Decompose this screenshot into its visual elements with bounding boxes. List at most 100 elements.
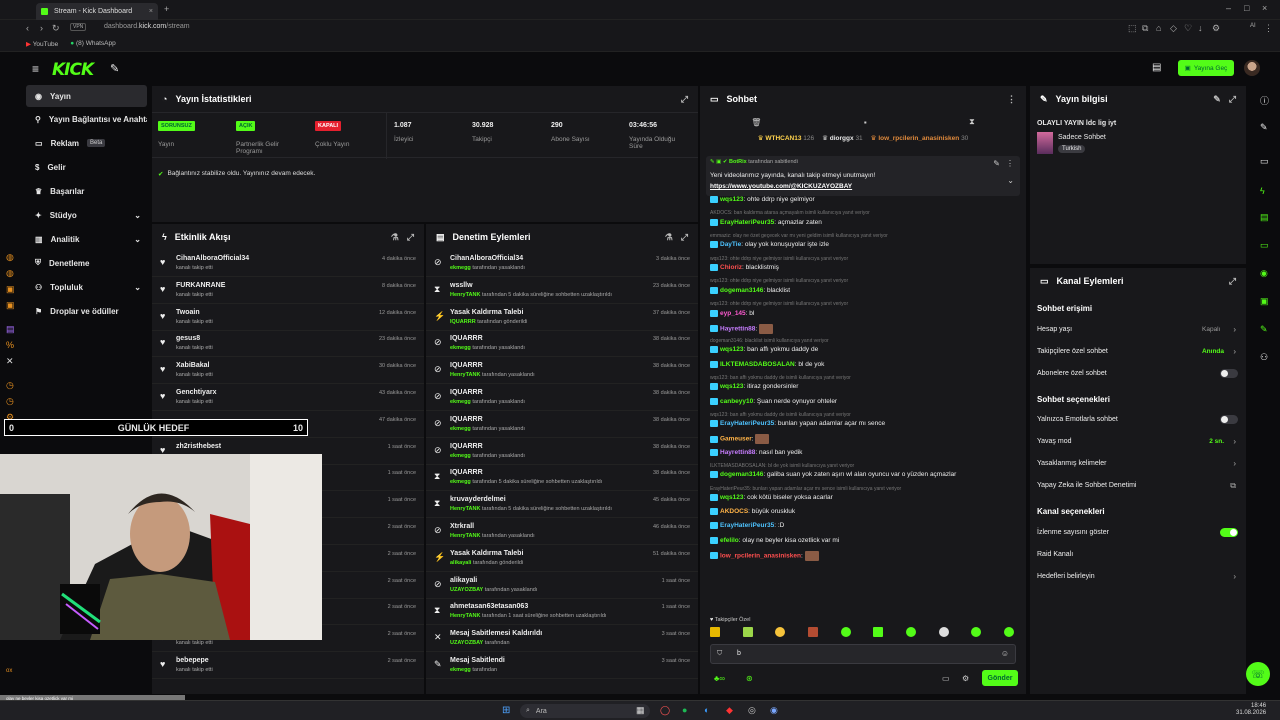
sidebar-item-ads[interactable]: ▭ Reklam Beta [26, 132, 147, 154]
edit-icon[interactable]: ✎ [1260, 122, 1268, 133]
emote-icon[interactable] [710, 627, 720, 637]
moderation-row[interactable]: ⊘ IQUARRR HenryTANK tarafından yasaklandı 3… [426, 357, 698, 385]
maximize-icon[interactable]: □ [1244, 3, 1249, 13]
ai-icon[interactable]: AI [1250, 23, 1256, 29]
wrench-icon[interactable]: ✎ [1260, 324, 1268, 335]
windows-start-icon[interactable]: ⊞ [502, 705, 510, 716]
moderator-name[interactable]: ekmegg [450, 667, 471, 673]
moderation-target[interactable]: Mesaj Sabitlendi [450, 657, 505, 664]
moderation-target[interactable]: IQUARRR [450, 335, 483, 342]
chat-message[interactable]: ILKTEMASDABOSALAN: bl de yok [710, 360, 824, 368]
expand-icon[interactable]: ⤢ [681, 232, 688, 243]
sidebar-item-stream-key[interactable]: ⚲ Yayın Bağlantısı ve Anahtarı [26, 108, 147, 130]
chat-message[interactable]: eyp_145: bl [710, 309, 754, 317]
chat-username[interactable]: dogeman3146 [720, 472, 763, 479]
chat-message[interactable]: wqs123: cok kötü biseler yoksa acarlar [710, 494, 833, 501]
moderation-row[interactable]: ⊘ IQUARRR ekmegg tarafından yasaklandı 38 d… [426, 330, 698, 358]
moderation-row[interactable]: ⧗ IQUARRR ekmegg tarafından 5 dakika sürel… [426, 464, 698, 492]
slow-mode-value[interactable]: 2 sn. [1209, 438, 1224, 445]
browser-tab[interactable]: Stream - Kick Dashboard × [36, 3, 158, 20]
chevron-right-icon[interactable]: › [1233, 437, 1236, 446]
save-icon[interactable]: ▣ [1260, 296, 1269, 307]
moderator-name[interactable]: HenryTANK [450, 533, 480, 539]
app-icon[interactable]: ▣ [6, 284, 15, 295]
moderator-name[interactable]: HenryTANK [450, 613, 480, 619]
followers-chat-value[interactable]: Anında [1202, 348, 1224, 355]
activity-row[interactable]: ♥ Genchtiyarx kanalı takip etti 43 dakika ö… [152, 384, 424, 411]
clock-icon[interactable]: ◷ [6, 380, 14, 391]
chat-username[interactable]: ErayHateriPeur35 [720, 420, 774, 427]
pinned-message[interactable]: ✎ ▣ ✔ BotRix tarafından sabitlendi Yeni … [706, 156, 1020, 196]
chat-message[interactable]: Chioriz: blacklistmiş [710, 264, 779, 271]
minimize-icon[interactable]: – [1226, 3, 1231, 13]
settings-icon[interactable]: ⚙ [1212, 23, 1220, 34]
moderation-target[interactable]: CihanAlboraOfficial34 [450, 255, 523, 262]
app-icon[interactable]: ◍ [6, 252, 14, 263]
taskbar-search[interactable]: ⌕ Ara [520, 704, 650, 718]
filter-icon[interactable]: ⚗ [391, 232, 399, 243]
forward-icon[interactable]: › [40, 23, 43, 33]
emote-icon[interactable] [775, 627, 786, 637]
kick-logo[interactable]: KICK [52, 60, 94, 80]
chat-username[interactable]: DayTie [720, 242, 741, 249]
tv-icon[interactable]: ▭ [1260, 156, 1269, 167]
clock[interactable]: 18:46 31.08.2026 [1236, 703, 1266, 717]
help-button[interactable]: ☏ [1246, 662, 1270, 686]
moderator-name[interactable]: ekmegg [450, 265, 471, 271]
moderator-name[interactable]: ekmegg [450, 426, 471, 432]
leaderboard-entry[interactable]: ♛ diorggx 31 [822, 134, 863, 148]
message-icon[interactable]: ▪ [864, 118, 867, 127]
chat-username[interactable]: efelilo [720, 537, 739, 544]
moderation-row[interactable]: ⧗ ahmetasan63etasan063 HenryTANK tarafında… [426, 598, 698, 626]
bolt-icon[interactable]: ϟ [1260, 186, 1265, 196]
chat-message[interactable]: Gameuser: [710, 434, 771, 445]
app-icon[interactable]: ◆ [726, 705, 733, 716]
library-icon[interactable]: ▤ [1152, 62, 1161, 73]
moderation-row[interactable]: ⊘ Xtrkrall HenryTANK tarafından yasaklandı… [426, 518, 698, 545]
expand-icon[interactable]: ⤢ [1229, 276, 1236, 287]
activity-username[interactable]: bebepepe [176, 657, 209, 664]
vpn-badge[interactable]: VPN [70, 23, 87, 31]
chevron-right-icon[interactable]: › [1233, 572, 1236, 581]
moderation-target[interactable]: Yasak Kaldırma Talebi [450, 550, 523, 557]
moderation-target[interactable]: IQUARRR [450, 389, 483, 396]
chat-message[interactable]: wqs123: ban affı yokmu daddy de [710, 346, 818, 354]
chat-message[interactable]: wqs123: itiraz gondersinler [710, 383, 798, 391]
external-link-icon[interactable]: ⧉ [1230, 481, 1236, 491]
reply-icon[interactable]: ⛉ [717, 650, 722, 658]
edit-icon[interactable]: ✎ [1213, 94, 1221, 105]
emote-icon[interactable] [807, 627, 818, 637]
chat-username[interactable]: ILKTEMASDABOSALAN [720, 361, 795, 368]
chat-message[interactable]: AKDOCS: büyük oruskluk [710, 508, 795, 515]
steam-icon[interactable]: ◎ [748, 705, 756, 716]
moderation-target[interactable]: IQUARRR [450, 469, 483, 476]
moderation-row[interactable]: ✎ Mesaj Sabitlendi ekmegg tarafından 3 saat… [426, 652, 698, 679]
category-name[interactable]: Sadece Sohbet [1058, 134, 1106, 141]
activity-row[interactable]: ♥ bebepepe kanalı takip etti 2 saat önce [152, 652, 424, 679]
chat-username[interactable]: Hayrettin88 [720, 325, 755, 332]
raid-channel-label[interactable]: Raid Kanalı [1037, 551, 1073, 558]
banned-words-label[interactable]: Yasaklanmış kelimeler [1037, 460, 1107, 467]
moderation-row[interactable]: ⚡ Yasak Kaldırma Talebi IQUARRR tarafından… [426, 304, 698, 331]
chat-message[interactable]: dogeman3146: blacklist [710, 286, 790, 294]
activity-row[interactable]: ♥ Twoain kanalı takip etti 12 dakika önce [152, 304, 424, 331]
set-goals-label[interactable]: Hedefleri belirleyin [1037, 573, 1095, 580]
heart-icon[interactable]: ♡ [1184, 23, 1192, 34]
moderator-name[interactable]: UZAYOZBAY [450, 587, 483, 593]
moderator-name[interactable]: UZAYOZBAY [450, 640, 483, 646]
app-icon[interactable]: ◉ [770, 705, 778, 716]
moderation-row[interactable]: ⊘ alikayali UZAYOZBAY tarafından yasakland… [426, 572, 698, 599]
bookmark-whatsapp[interactable]: ● (8) WhatsApp [70, 40, 115, 47]
emote-icon[interactable] [742, 627, 753, 637]
moderator-name[interactable]: ekmegg [450, 345, 471, 351]
chat-username[interactable]: Hayrettin88 [720, 449, 755, 456]
pinned-link[interactable]: https://www.youtube.com/@KICKUZAYOZBAY [710, 183, 852, 190]
chat-username[interactable]: AKDOCS [720, 508, 748, 515]
task-view-icon[interactable]: ▦ [636, 705, 645, 716]
app-icon[interactable]: ▣ [6, 300, 15, 311]
chat-settings-icon[interactable]: ▭ [942, 674, 950, 683]
more-icon[interactable]: ⋮ [1007, 94, 1016, 105]
emote-icon[interactable] [873, 627, 884, 637]
expand-icon[interactable]: ⤢ [407, 232, 414, 243]
chat-username[interactable]: wqs123 [720, 347, 744, 354]
